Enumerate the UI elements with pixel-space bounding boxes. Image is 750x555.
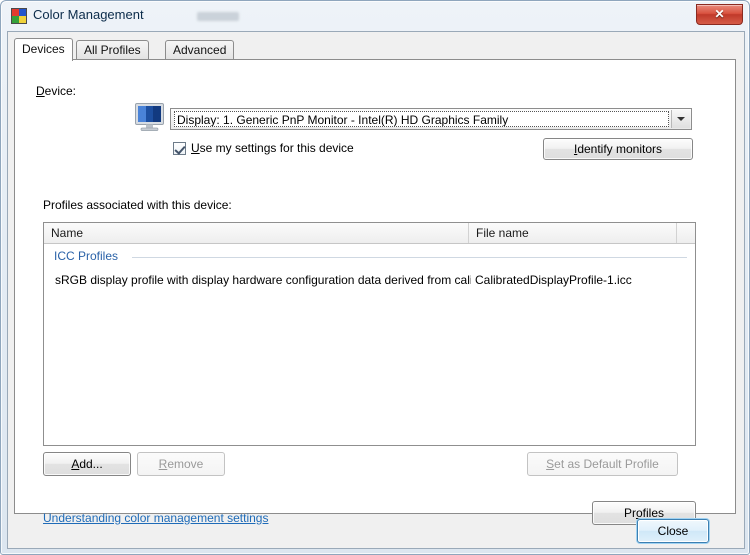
device-label-accel: D [36, 84, 45, 98]
profiles-text-rest: files [642, 506, 665, 520]
device-select[interactable]: Display: 1. Generic PnP Monitor - Intel(… [170, 108, 692, 130]
title-bar: Color Management ✕ [2, 2, 750, 30]
tab-devices[interactable]: Devices [14, 38, 73, 61]
profile-file-name-cell: CalibratedDisplayProfile-1.icc [475, 273, 632, 287]
use-my-settings-text: se my settings for this device [199, 141, 354, 155]
profiles-list[interactable]: Name File name ICC Profiles sRGB display… [43, 222, 696, 446]
device-select-value: Display: 1. Generic PnP Monitor - Intel(… [174, 111, 669, 127]
add-button[interactable]: Add... [43, 452, 131, 476]
dialog-client-area: Devices All Profiles Advanced Device: Di… [7, 31, 745, 549]
profiles-list-header: Name File name [44, 223, 695, 244]
set-default-text: et as Default Profile [554, 457, 659, 471]
remove-button: Remove [137, 452, 225, 476]
remove-text: emove [167, 457, 204, 471]
column-header-file-name[interactable]: File name [469, 223, 677, 243]
title-bar-artifact [197, 12, 239, 21]
profiles-accel: o [635, 506, 643, 520]
tab-advanced[interactable]: Advanced [165, 40, 235, 60]
profiles-group-header-label: ICC Profiles [54, 249, 119, 263]
device-label: Device: [36, 84, 76, 98]
use-my-settings-checkbox[interactable] [173, 142, 186, 155]
profiles-group-header: ICC Profiles [54, 249, 687, 265]
window-close-button[interactable]: ✕ [696, 4, 743, 25]
use-my-settings-accel: U [191, 141, 200, 155]
window-title: Color Management [33, 7, 144, 22]
chevron-down-icon[interactable] [671, 110, 690, 128]
profiles-group-header-rule [132, 257, 687, 258]
set-as-default-profile-button: Set as Default Profile [527, 452, 678, 476]
understanding-color-management-link[interactable]: Understanding color management settings [43, 511, 268, 525]
column-header-filler [677, 223, 697, 243]
close-button[interactable]: Close [637, 519, 709, 543]
add-text: dd... [79, 457, 103, 471]
tab-strip: Devices All Profiles Advanced [14, 38, 736, 61]
profiles-section-label: Profiles associated with this device: [43, 198, 232, 212]
color-swatch-icon [11, 8, 27, 24]
use-my-settings-label: Use my settings for this device [191, 141, 354, 155]
profile-name-cell: sRGB display profile with display hardwa… [55, 273, 471, 287]
profiles-text-before: Pr [623, 506, 636, 520]
monitor-icon [134, 102, 168, 132]
device-label-rest: evice: [44, 84, 77, 98]
set-default-accel: S [546, 457, 555, 471]
table-row[interactable]: sRGB display profile with display hardwa… [44, 271, 695, 289]
color-management-window: Color Management ✕ Devices All Profiles … [0, 0, 750, 555]
identify-monitors-button[interactable]: Identify monitors [543, 138, 693, 160]
tab-all-profiles[interactable]: All Profiles [76, 40, 149, 60]
remove-accel: R [158, 457, 168, 471]
column-header-name[interactable]: Name [44, 223, 469, 243]
identify-text: dentify monitors [577, 142, 663, 156]
